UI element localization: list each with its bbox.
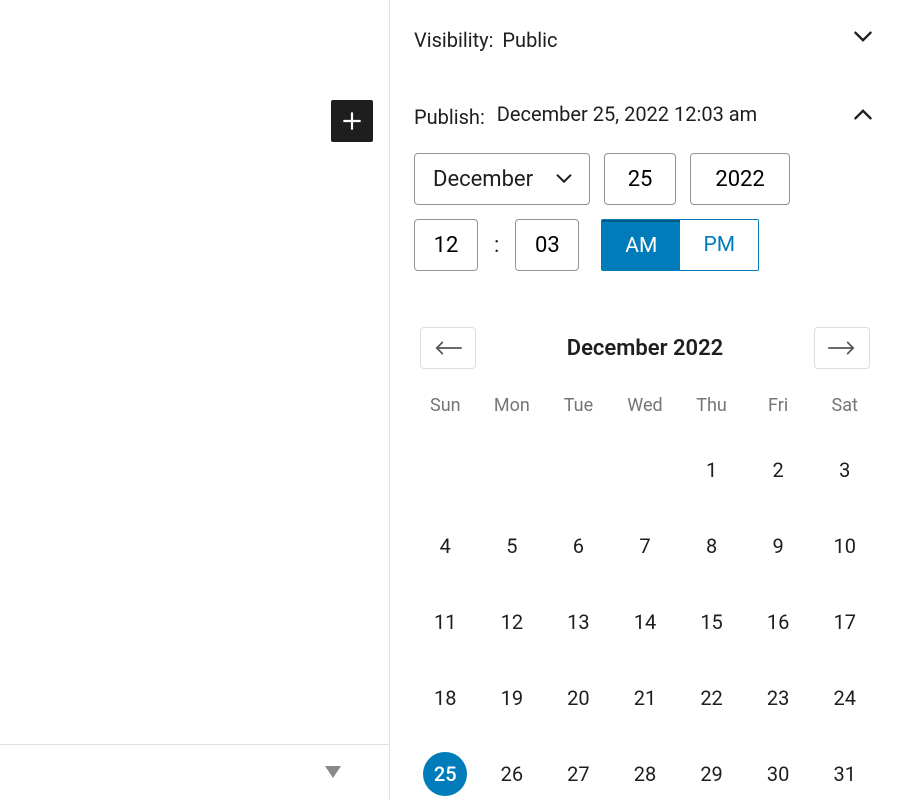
calendar-day[interactable]: 17 bbox=[811, 584, 878, 660]
weekday-header: Mon bbox=[479, 385, 546, 432]
month-select[interactable]: December bbox=[414, 153, 590, 205]
calendar-title: December 2022 bbox=[567, 336, 723, 361]
calendar-day[interactable]: 1 bbox=[678, 432, 745, 508]
calendar-day[interactable]: 27 bbox=[545, 736, 612, 812]
calendar-day[interactable]: 15 bbox=[678, 584, 745, 660]
calendar-day[interactable]: 7 bbox=[612, 508, 679, 584]
calendar-day[interactable]: 22 bbox=[678, 660, 745, 736]
chevron-down-icon bbox=[850, 24, 876, 55]
calendar-day[interactable]: 20 bbox=[545, 660, 612, 736]
calendar-empty-cell bbox=[479, 432, 546, 508]
calendar-day[interactable]: 13 bbox=[545, 584, 612, 660]
calendar-day[interactable]: 5 bbox=[479, 508, 546, 584]
ampm-toggle: AM PM bbox=[601, 219, 759, 271]
calendar-day[interactable]: 30 bbox=[745, 736, 812, 812]
calendar-empty-cell bbox=[412, 432, 479, 508]
calendar-empty-cell bbox=[545, 432, 612, 508]
calendar-day[interactable]: 11 bbox=[412, 584, 479, 660]
arrow-left-icon bbox=[433, 338, 463, 358]
add-block-button[interactable] bbox=[331, 100, 373, 142]
plus-icon bbox=[339, 108, 365, 134]
publish-label: Publish: bbox=[414, 101, 485, 129]
date-controls-row: December bbox=[390, 139, 900, 205]
time-controls-row: : AM PM bbox=[390, 205, 900, 289]
calendar-day[interactable]: 18 bbox=[412, 660, 479, 736]
editor-footer bbox=[0, 744, 389, 800]
publish-value: December 25, 2022 12:03 am bbox=[493, 101, 850, 128]
calendar-day[interactable]: 31 bbox=[811, 736, 878, 812]
calendar-empty-cell bbox=[612, 432, 679, 508]
calendar-day[interactable]: 14 bbox=[612, 584, 679, 660]
minute-input[interactable] bbox=[515, 219, 579, 271]
hour-input[interactable] bbox=[414, 219, 478, 271]
calendar-day[interactable]: 26 bbox=[479, 736, 546, 812]
calendar-day[interactable]: 29 bbox=[678, 736, 745, 812]
visibility-value: Public bbox=[502, 28, 557, 52]
calendar-day[interactable]: 19 bbox=[479, 660, 546, 736]
weekday-header: Wed bbox=[612, 385, 679, 432]
calendar-day[interactable]: 21 bbox=[612, 660, 679, 736]
visibility-label: Visibility: bbox=[414, 28, 493, 52]
visibility-panel-toggle[interactable]: Visibility: Public bbox=[390, 0, 900, 83]
chevron-up-icon bbox=[850, 101, 876, 131]
prev-month-button[interactable] bbox=[420, 327, 476, 369]
calendar-day[interactable]: 10 bbox=[811, 508, 878, 584]
calendar-day[interactable]: 12 bbox=[479, 584, 546, 660]
weekday-header: Thu bbox=[678, 385, 745, 432]
editor-canvas bbox=[0, 0, 390, 800]
weekday-header: Sun bbox=[412, 385, 479, 432]
calendar-day[interactable]: 4 bbox=[412, 508, 479, 584]
day-input[interactable] bbox=[604, 153, 676, 205]
calendar-day[interactable]: 8 bbox=[678, 508, 745, 584]
pm-button[interactable]: PM bbox=[680, 220, 758, 270]
arrow-right-icon bbox=[827, 338, 857, 358]
weekday-header: Tue bbox=[545, 385, 612, 432]
calendar-day[interactable]: 2 bbox=[745, 432, 812, 508]
am-button[interactable]: AM bbox=[602, 220, 680, 270]
next-month-button[interactable] bbox=[814, 327, 870, 369]
time-colon: : bbox=[492, 233, 501, 258]
calendar-day[interactable]: 24 bbox=[811, 660, 878, 736]
calendar-day[interactable]: 16 bbox=[745, 584, 812, 660]
triangle-down-icon[interactable] bbox=[325, 763, 341, 782]
calendar-day[interactable]: 28 bbox=[612, 736, 679, 812]
settings-sidebar: Visibility: Public Publish: December 25,… bbox=[390, 0, 900, 800]
calendar-day[interactable]: 23 bbox=[745, 660, 812, 736]
calendar-grid: SunMonTueWedThuFriSat1234567891011121314… bbox=[390, 385, 900, 812]
calendar-day[interactable]: 3 bbox=[811, 432, 878, 508]
year-input[interactable] bbox=[690, 153, 790, 205]
calendar-nav: December 2022 bbox=[390, 299, 900, 385]
chevron-down-icon bbox=[553, 168, 575, 190]
calendar-day[interactable]: 9 bbox=[745, 508, 812, 584]
month-select-value: December bbox=[433, 167, 533, 192]
weekday-header: Fri bbox=[745, 385, 812, 432]
calendar-day[interactable]: 25 bbox=[412, 736, 479, 812]
weekday-header: Sat bbox=[811, 385, 878, 432]
publish-panel-toggle[interactable]: Publish: December 25, 2022 12:03 am bbox=[390, 83, 900, 139]
calendar-day[interactable]: 6 bbox=[545, 508, 612, 584]
